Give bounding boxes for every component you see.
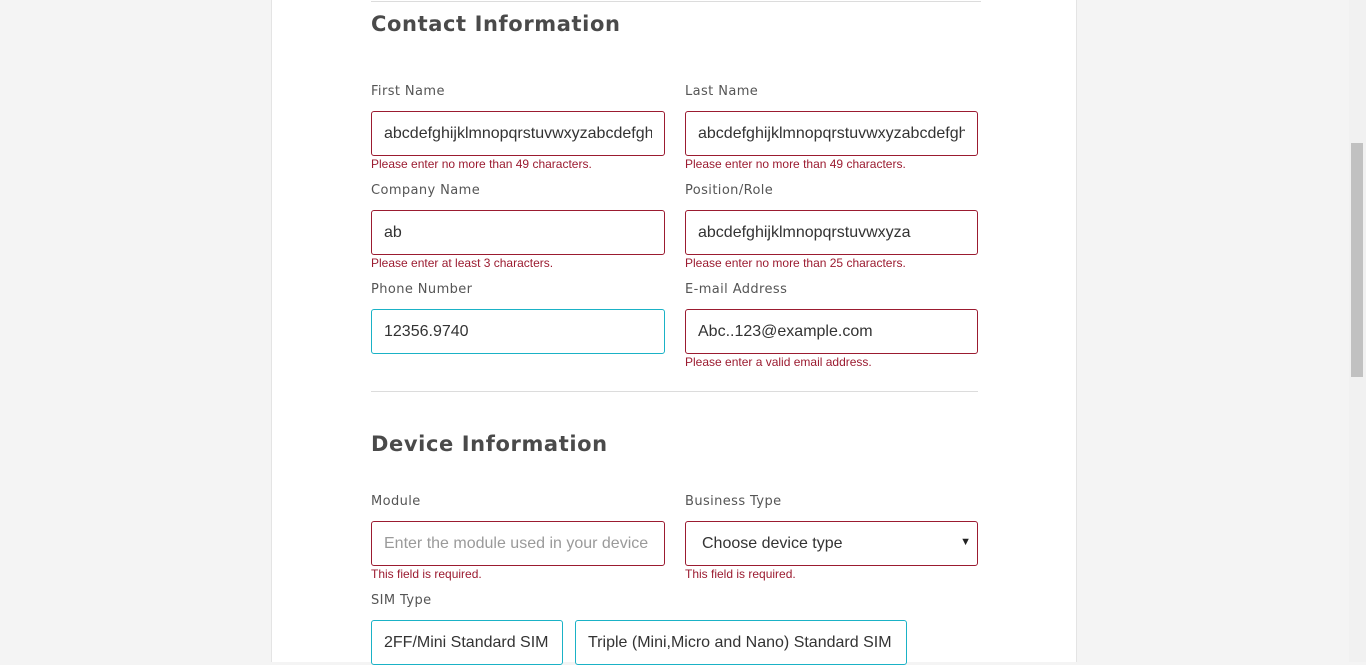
company-name-error: Please enter at least 3 characters. [371,256,554,270]
contact-section-title: Contact Information [371,12,621,36]
sim-option-triple[interactable]: Triple (Mini,Micro and Nano) Standard SI… [575,620,907,665]
phone-number-label: Phone Number [371,282,473,297]
page-scrollbar[interactable] [1349,0,1366,662]
business-type-label: Business Type [685,494,782,509]
first-name-error: Please enter no more than 49 characters. [371,157,592,171]
email-error: Please enter a valid email address. [685,355,872,369]
module-label: Module [371,494,421,509]
last-name-error: Please enter no more than 49 characters. [685,157,906,171]
sim-type-label: SIM Type [371,593,432,608]
email-label: E-mail Address [685,282,788,297]
first-name-label: First Name [371,84,445,99]
email-input[interactable] [685,309,978,354]
scrollbar-thumb[interactable] [1351,143,1363,377]
device-section-title: Device Information [371,432,608,456]
sim-option-label: 2FF/Mini Standard SIM [384,633,549,651]
module-input[interactable] [371,521,665,566]
module-error: This field is required. [371,567,482,581]
position-role-label: Position/Role [685,183,774,198]
chevron-down-icon: ▼ [960,536,971,548]
sim-option-label: Triple (Mini,Micro and Nano) Standard SI… [588,633,892,651]
phone-number-input[interactable] [371,309,665,354]
first-name-input[interactable] [371,111,665,156]
top-divider [371,1,981,2]
position-role-input[interactable] [685,210,978,255]
company-name-input[interactable] [371,210,665,255]
last-name-label: Last Name [685,84,759,99]
business-type-select[interactable]: Choose device type ▼ [685,521,978,566]
position-role-error: Please enter no more than 25 characters. [685,256,906,270]
last-name-input[interactable] [685,111,978,156]
sim-option-2ff[interactable]: 2FF/Mini Standard SIM [371,620,563,665]
business-type-selected: Choose device type [702,534,843,552]
company-name-label: Company Name [371,183,481,198]
business-type-error: This field is required. [685,567,796,581]
section-divider [371,391,978,392]
